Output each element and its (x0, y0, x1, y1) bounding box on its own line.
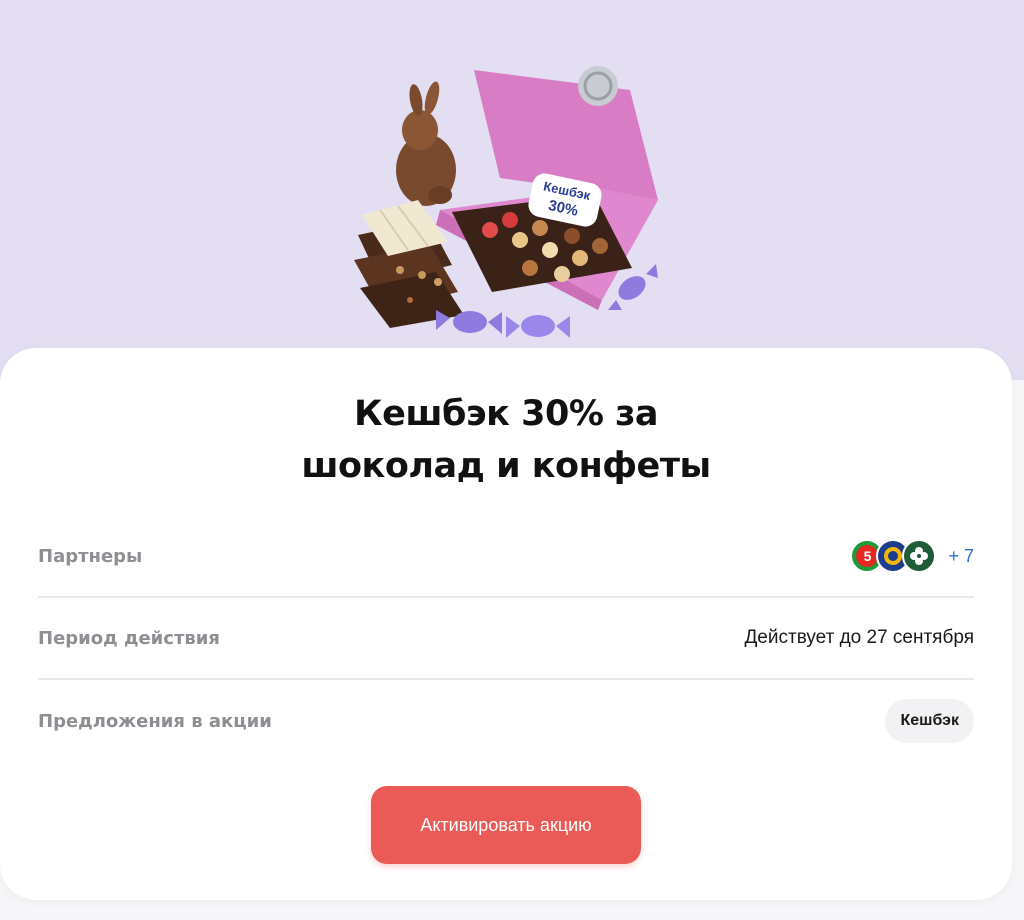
partners-more-link[interactable]: + 7 (948, 546, 974, 567)
pyaterochka-digit: 5 (856, 545, 879, 567)
partners-label: Партнеры (38, 545, 143, 567)
offers-row: Предложения в акции Кешбэк (38, 680, 974, 762)
offer-chip-cashback[interactable]: Кешбэк (885, 699, 974, 743)
promo-title-line1: Кешбэк 30% за (353, 394, 659, 434)
partners-logos[interactable]: 5 + 7 (850, 539, 974, 573)
chocolate-illustration: Кешбэк 30% (354, 66, 658, 338)
period-row: Период действия Действует до 27 сентября (38, 598, 974, 680)
offers-label: Предложения в акции (38, 710, 272, 732)
period-value: Действует до 27 сентября (744, 627, 974, 648)
chocolate-bunny-icon (396, 81, 456, 206)
promo-title: Кешбэк 30% за шоколад и конфеты (0, 388, 1012, 492)
period-label: Период действия (38, 627, 220, 649)
wrapped-candy-icon (506, 315, 570, 338)
activate-promo-button[interactable]: Активировать акцию (371, 786, 641, 864)
partners-row[interactable]: Партнеры 5 + 7 (38, 516, 974, 598)
coin-icon (578, 66, 618, 106)
promo-title-line2: шоколад и конфеты (301, 446, 711, 486)
hero-banner: Кешбэк 30% (0, 0, 1024, 380)
karusel-logo-icon (902, 539, 937, 573)
promo-card: Кешбэк 30% за шоколад и конфеты Партнеры… (0, 348, 1012, 900)
